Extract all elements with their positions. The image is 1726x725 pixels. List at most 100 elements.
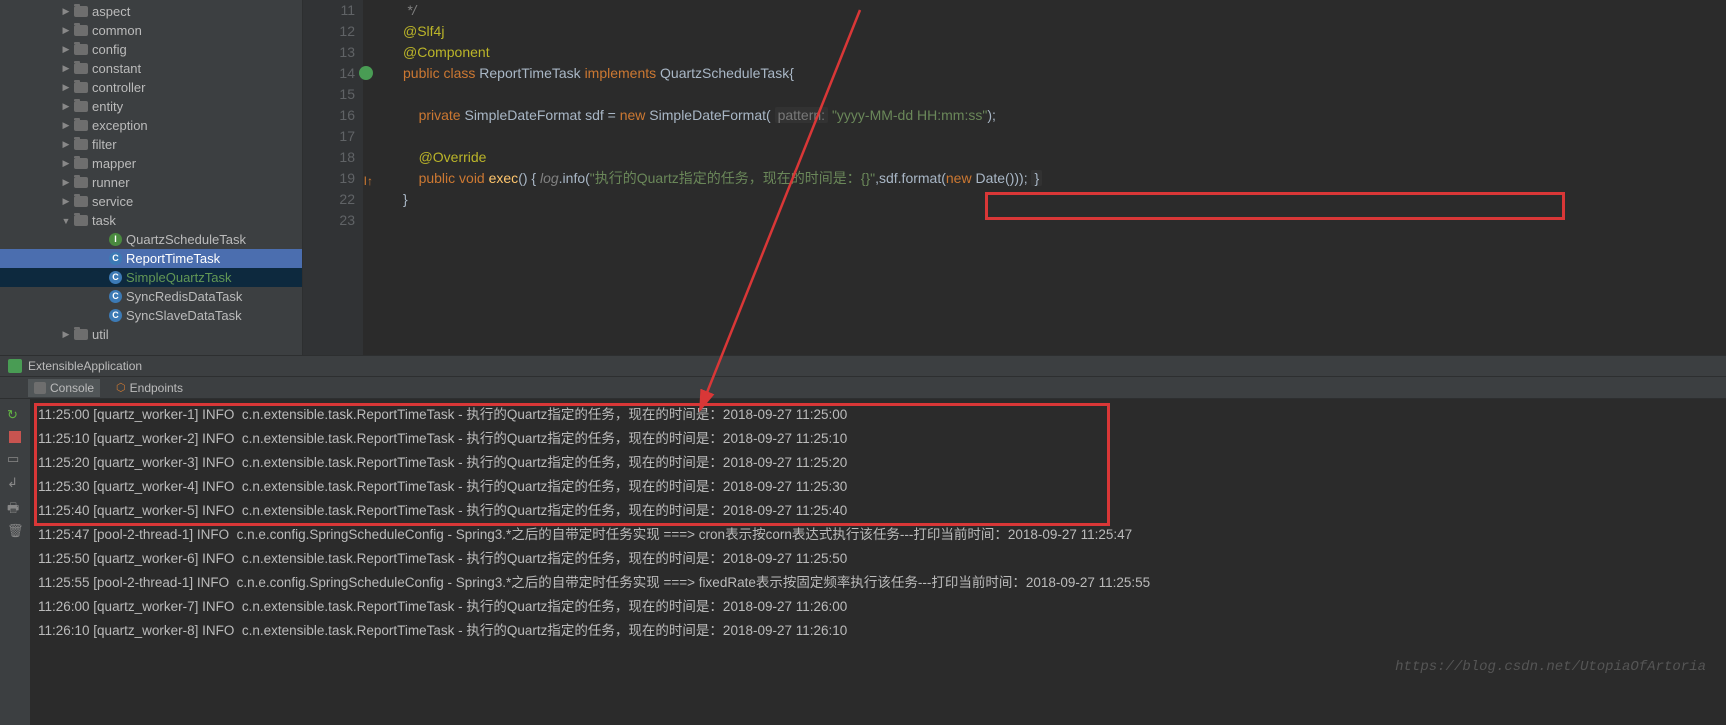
log-line[interactable]: 11:26:10 [quartz_worker-8] INFO c.n.exte… <box>38 619 1718 643</box>
code-line[interactable]: public void exec() { log.info("执行的Quartz… <box>403 168 1726 189</box>
tree-item-common[interactable]: ▶ common <box>0 21 302 40</box>
tree-item-aspect[interactable]: ▶ aspect <box>0 2 302 21</box>
log-line[interactable]: 11:25:00 [quartz_worker-1] INFO c.n.exte… <box>38 403 1718 427</box>
rerun-button[interactable]: ↻ <box>7 407 23 423</box>
gutter-line[interactable]: 19I↑ <box>303 168 355 189</box>
code-line[interactable]: @Component <box>403 42 1726 63</box>
expand-arrow-icon[interactable]: ▶ <box>60 82 72 93</box>
clear-button[interactable]: 🗑 <box>7 523 23 539</box>
stop-button[interactable] <box>9 431 21 443</box>
tree-label: entity <box>92 99 123 114</box>
layout-button[interactable]: ▭ <box>7 451 23 467</box>
tab-endpoints[interactable]: ⬡ Endpoints <box>110 379 189 397</box>
code-line[interactable] <box>403 84 1726 105</box>
console-output[interactable]: 11:25:00 [quartz_worker-1] INFO c.n.exte… <box>30 399 1726 725</box>
expand-arrow-icon[interactable]: ▼ <box>60 216 72 226</box>
tab-console-label: Console <box>50 381 94 395</box>
tree-item-controller[interactable]: ▶ controller <box>0 78 302 97</box>
expand-arrow-icon[interactable]: ▶ <box>60 196 72 207</box>
gutter-line[interactable]: 14 <box>303 63 355 84</box>
tree-item-service[interactable]: ▶service <box>0 192 302 211</box>
gutter-line[interactable]: 18 <box>303 147 355 168</box>
tree-item-syncslavedatatask[interactable]: CSyncSlaveDataTask <box>0 306 302 325</box>
gutter-line[interactable]: 12 <box>303 21 355 42</box>
gutter-line[interactable]: 15 <box>303 84 355 105</box>
tree-label: runner <box>92 175 130 190</box>
tree-item-util[interactable]: ▶util <box>0 325 302 344</box>
expand-arrow-icon[interactable]: ▶ <box>60 158 72 169</box>
tree-item-exception[interactable]: ▶ exception <box>0 116 302 135</box>
run-icon <box>8 359 22 373</box>
tree-label: SimpleQuartzTask <box>126 270 231 285</box>
tree-item-config[interactable]: ▶ config <box>0 40 302 59</box>
expand-arrow-icon[interactable]: ▶ <box>60 177 72 188</box>
gutter-line[interactable]: 16 <box>303 105 355 126</box>
expand-arrow-icon[interactable]: ▶ <box>60 139 72 150</box>
watermark-text: https://blog.csdn.net/UtopiaOfArtoria <box>1395 659 1706 675</box>
tree-label: SyncRedisDataTask <box>126 289 242 304</box>
tree-label: config <box>92 42 127 57</box>
code-line[interactable]: public class ReportTimeTask implements Q… <box>403 63 1726 84</box>
folder-icon <box>74 119 88 133</box>
code-editor[interactable]: 111213141516171819I↑2223 */@Slf4j@Compon… <box>303 0 1726 355</box>
tree-label: exception <box>92 118 148 133</box>
gutter-line[interactable]: 17 <box>303 126 355 147</box>
code-line[interactable]: @Override <box>403 147 1726 168</box>
print-button[interactable]: 🖶 <box>7 499 23 515</box>
expand-arrow-icon[interactable]: ▶ <box>60 63 72 74</box>
run-config-tab[interactable]: ExtensibleApplication <box>0 355 1726 377</box>
run-config-label: ExtensibleApplication <box>28 359 142 373</box>
wrap-button[interactable]: ↲ <box>7 475 23 491</box>
tree-item-reporttimetask[interactable]: CReportTimeTask <box>0 249 302 268</box>
code-line[interactable]: private SimpleDateFormat sdf = new Simpl… <box>403 105 1726 126</box>
gutter-line[interactable]: 11 <box>303 0 355 21</box>
code-line[interactable]: @Slf4j <box>403 21 1726 42</box>
tree-item-constant[interactable]: ▶constant <box>0 59 302 78</box>
tree-item-simplequartztask[interactable]: CSimpleQuartzTask <box>0 268 302 287</box>
tree-label: ReportTimeTask <box>126 251 220 266</box>
gutter-line[interactable]: 22 <box>303 189 355 210</box>
code-line[interactable]: } <box>403 189 1726 210</box>
log-line[interactable]: 11:25:40 [quartz_worker-5] INFO c.n.exte… <box>38 499 1718 523</box>
tree-item-runner[interactable]: ▶ runner <box>0 173 302 192</box>
project-tree-sidebar[interactable]: ▶aspect▶common▶config▶constant▶controlle… <box>0 0 303 355</box>
expand-arrow-icon[interactable]: ▶ <box>60 120 72 131</box>
tree-label: common <box>92 23 142 38</box>
tree-label: task <box>92 213 116 228</box>
expand-arrow-icon[interactable]: ▶ <box>60 44 72 55</box>
expand-arrow-icon[interactable]: ▶ <box>60 329 72 340</box>
tree-item-entity[interactable]: ▶ entity <box>0 97 302 116</box>
tree-label: aspect <box>92 4 130 19</box>
folder-icon <box>74 5 88 19</box>
code-line[interactable] <box>403 126 1726 147</box>
log-line[interactable]: 11:26:00 [quartz_worker-7] INFO c.n.exte… <box>38 595 1718 619</box>
log-line[interactable]: 11:25:20 [quartz_worker-3] INFO c.n.exte… <box>38 451 1718 475</box>
tree-item-mapper[interactable]: ▶mapper <box>0 154 302 173</box>
folder-icon <box>74 195 88 209</box>
expand-arrow-icon[interactable]: ▶ <box>60 25 72 36</box>
expand-arrow-icon[interactable]: ▶ <box>60 101 72 112</box>
gutter-line[interactable]: 23 <box>303 210 355 231</box>
code-line[interactable]: */ <box>403 0 1726 21</box>
log-line[interactable]: 11:25:55 [pool-2-thread-1] INFO c.n.e.co… <box>38 571 1718 595</box>
log-line[interactable]: 11:25:50 [quartz_worker-6] INFO c.n.exte… <box>38 547 1718 571</box>
log-line[interactable]: 11:25:47 [pool-2-thread-1] INFO c.n.e.co… <box>38 523 1718 547</box>
expand-arrow-icon[interactable]: ▶ <box>60 6 72 17</box>
folder-icon <box>74 62 88 76</box>
log-line[interactable]: 11:25:10 [quartz_worker-2] INFO c.n.exte… <box>38 427 1718 451</box>
tree-item-quartzscheduletask[interactable]: IQuartzScheduleTask <box>0 230 302 249</box>
tab-console[interactable]: Console <box>28 379 100 397</box>
log-line[interactable]: 11:25:30 [quartz_worker-4] INFO c.n.exte… <box>38 475 1718 499</box>
tab-endpoints-label: Endpoints <box>130 381 183 395</box>
class-icon: C <box>109 290 122 303</box>
tree-label: controller <box>92 80 145 95</box>
code-line[interactable] <box>403 210 1726 231</box>
interface-icon: I <box>109 233 122 246</box>
tree-item-syncredisdatatask[interactable]: C SyncRedisDataTask <box>0 287 302 306</box>
console-toolbar: ↻ ▭ ↲ 🖶 🗑 <box>0 399 30 725</box>
tree-item-filter[interactable]: ▶ filter <box>0 135 302 154</box>
tree-label: filter <box>92 137 117 152</box>
endpoints-icon: ⬡ <box>116 381 126 394</box>
tree-item-task[interactable]: ▼ task <box>0 211 302 230</box>
gutter-line[interactable]: 13 <box>303 42 355 63</box>
